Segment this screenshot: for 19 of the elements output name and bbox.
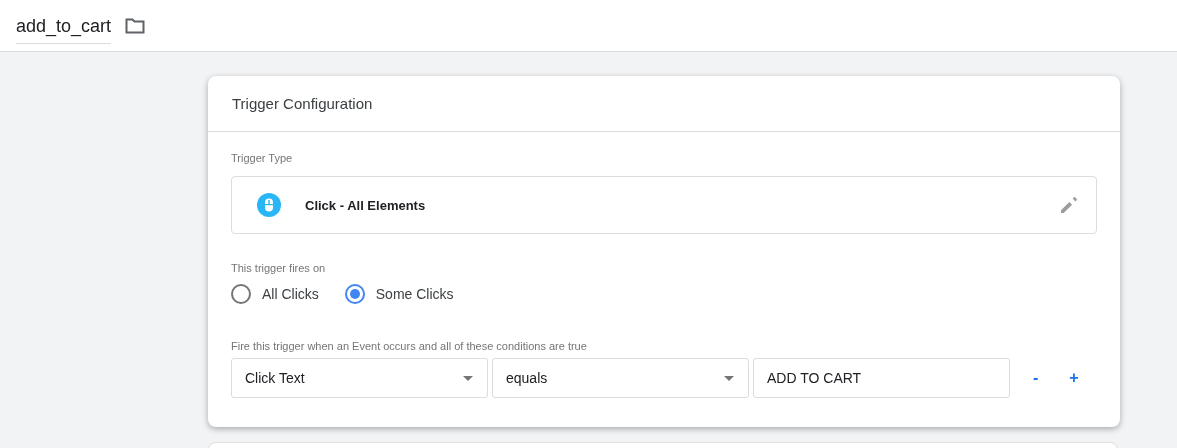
caret-icon <box>724 375 734 381</box>
trigger-type-name: Click - All Elements <box>305 197 427 213</box>
section-label: This trigger fires on <box>231 262 326 274</box>
add-condition-button[interactable]: + <box>1061 369 1087 387</box>
mouse-icon <box>257 193 281 217</box>
caret-icon <box>463 375 473 381</box>
trigger-type-box[interactable]: Click - All Elements <box>231 176 1097 234</box>
radio-option[interactable]: All Clicks <box>231 284 319 304</box>
dropdown-field[interactable]: equals <box>492 358 749 398</box>
dropdown-field[interactable]: Click Text <box>231 358 488 398</box>
radio-option[interactable]: Some Clicks <box>344 284 454 304</box>
remove-condition-button[interactable]: - <box>1025 369 1047 387</box>
card-title: Trigger Configuration <box>232 95 373 112</box>
folder-icon[interactable] <box>125 17 146 34</box>
trigger-name-field[interactable]: add_to_cart <box>16 11 112 44</box>
section-label: Fire this trigger when an Event occurs and all of these conditions are true <box>231 340 587 352</box>
section-label: Trigger Type <box>231 152 293 164</box>
input-field[interactable]: ADD TO CART <box>753 358 1010 398</box>
edit-icon[interactable] <box>1060 196 1078 214</box>
